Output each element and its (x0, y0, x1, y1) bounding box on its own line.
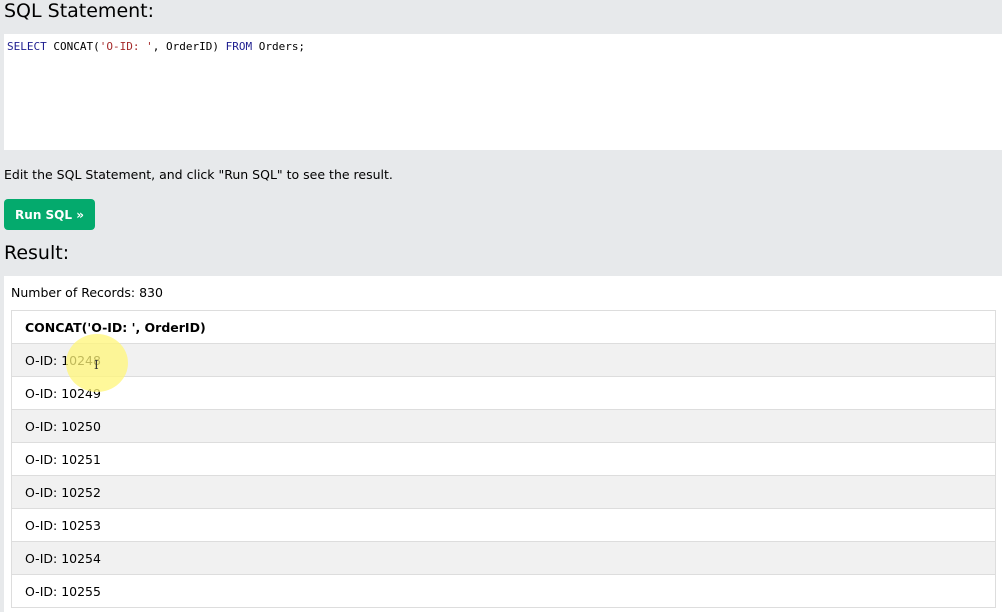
table-cell: O-ID: 10250 (11, 409, 996, 443)
records-count: Number of Records: 830 (11, 285, 163, 300)
sql-string-literal: 'O-ID: ' (99, 40, 153, 53)
table-cell: O-ID: 10252 (11, 475, 996, 509)
table-row: O-ID: 10251 (11, 442, 996, 476)
table-cell: O-ID: 10253 (11, 508, 996, 542)
sql-after-string: , OrderID) (152, 40, 226, 53)
table-row: O-ID: 10253 (11, 508, 996, 542)
table-row: O-ID: 10249 (11, 376, 996, 410)
table-cell: O-ID: 10249 (11, 376, 996, 410)
table-cell: O-ID: 10251 (11, 442, 996, 476)
sql-keyword-from: FROM (225, 40, 253, 53)
table-row: O-ID: 10250 (11, 409, 996, 443)
table-cell: O-ID: 10248 (11, 343, 996, 377)
column-header: CONCAT('O-ID: ', OrderID) (11, 310, 996, 344)
table-row: O-ID: 10252 (11, 475, 996, 509)
table-row: O-ID: 10255 (11, 574, 996, 608)
sql-table-name: Orders; (252, 40, 306, 53)
result-panel: Number of Records: 830 CONCAT('O-ID: ', … (4, 276, 1002, 612)
table-cell: O-ID: 10254 (11, 541, 996, 575)
result-table: CONCAT('O-ID: ', OrderID) O-ID: 10248 O-… (11, 310, 996, 608)
instructions-text: Edit the SQL Statement, and click "Run S… (4, 167, 393, 182)
sql-keyword-select: SELECT (7, 40, 47, 53)
result-heading: Result: (4, 242, 70, 264)
table-header-row: CONCAT('O-ID: ', OrderID) (11, 310, 996, 344)
table-row: O-ID: 10248 (11, 343, 996, 377)
table-row: O-ID: 10254 (11, 541, 996, 575)
table-cell: O-ID: 10255 (11, 574, 996, 608)
run-sql-button[interactable]: Run SQL » (4, 199, 95, 230)
sql-statement-heading: SQL Statement: (4, 0, 155, 22)
sql-function-open: CONCAT( (46, 40, 100, 53)
sql-editor[interactable]: SELECT CONCAT('O-ID: ', OrderID) FROM Or… (4, 34, 1002, 150)
